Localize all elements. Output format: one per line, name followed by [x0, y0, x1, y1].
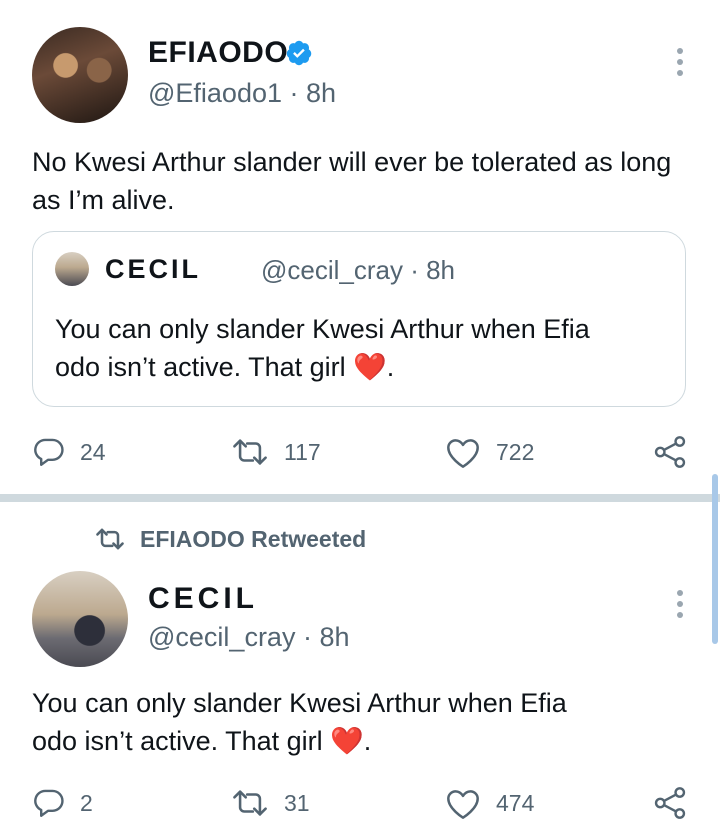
- quoted-text: You can only slander Kwesi Arthur when E…: [55, 310, 665, 386]
- verified-badge-icon: [286, 40, 312, 66]
- quoted-avatar: [55, 252, 89, 286]
- tweet-text: No Kwesi Arthur slander will ever be tol…: [32, 147, 672, 215]
- retweet-button[interactable]: 31: [230, 783, 310, 823]
- retweet-icon: [233, 790, 267, 816]
- share-button[interactable]: [652, 783, 688, 823]
- avatar[interactable]: [32, 571, 128, 667]
- tweet-text: You can only slander Kwesi Arthur when E…: [32, 684, 692, 760]
- tweet-efiaodo[interactable]: EFIAODO @Efiaodo1 · 8h No Kwesi Arthur s…: [0, 0, 720, 494]
- reply-icon: [34, 789, 64, 817]
- tweet-divider: [0, 494, 720, 502]
- like-button[interactable]: 722: [444, 432, 534, 472]
- quoted-tweet[interactable]: CECIL @cecil_cray · 8h You can only slan…: [32, 231, 686, 407]
- display-name[interactable]: CECIL: [148, 582, 258, 616]
- red-heart-emoji: ❤️: [330, 726, 364, 756]
- reply-button[interactable]: 2: [32, 783, 93, 823]
- like-count: 474: [496, 789, 535, 816]
- more-options-icon[interactable]: [676, 48, 684, 78]
- handle-timestamp[interactable]: @cecil_cray · 8h: [148, 622, 349, 653]
- quoted-text-end: .: [386, 352, 395, 382]
- display-name[interactable]: EFIAODO: [148, 36, 288, 70]
- retweet-count: 117: [284, 438, 321, 465]
- reply-count: 2: [80, 789, 93, 816]
- tweet-text-line1: You can only slander Kwesi Arthur when E…: [32, 688, 567, 718]
- heart-icon: [447, 439, 479, 468]
- reply-icon: [34, 438, 64, 466]
- red-heart-emoji: ❤️: [353, 352, 387, 382]
- tweet-actions: 24 117 722: [0, 432, 720, 472]
- quoted-text-line2: odo isn’t active. That girl: [55, 352, 346, 382]
- reply-button[interactable]: 24: [32, 432, 106, 472]
- retweeted-banner[interactable]: EFIAODO Retweeted: [94, 524, 366, 554]
- quoted-handle-timestamp: @cecil_cray · 8h: [261, 255, 456, 285]
- handle-timestamp[interactable]: @Efiaodo1 · 8h: [148, 78, 336, 109]
- share-icon: [654, 436, 686, 468]
- retweet-count: 31: [284, 789, 310, 816]
- heart-icon: [447, 790, 479, 819]
- tweet-cecil[interactable]: CECIL @cecil_cray · 8h You can only slan…: [0, 560, 720, 829]
- avatar[interactable]: [32, 27, 128, 123]
- retweet-icon: [96, 528, 124, 550]
- share-icon: [654, 787, 686, 819]
- retweet-icon: [233, 439, 267, 465]
- tweet-text-end: .: [363, 726, 372, 756]
- tweet-actions: 2 31 474: [0, 783, 720, 823]
- retweeted-label: EFIAODO Retweeted: [140, 525, 367, 552]
- retweet-button[interactable]: 117: [230, 432, 321, 472]
- share-button[interactable]: [652, 432, 688, 472]
- tweet-text-line2: odo isn’t active. That girl: [32, 726, 323, 756]
- like-count: 722: [496, 438, 535, 465]
- more-options-icon[interactable]: [676, 590, 684, 620]
- like-button[interactable]: 474: [444, 783, 534, 823]
- quoted-display-name: CECIL: [105, 254, 201, 284]
- quoted-text-line1: You can only slander Kwesi Arthur when E…: [55, 314, 590, 344]
- reply-count: 24: [80, 438, 106, 465]
